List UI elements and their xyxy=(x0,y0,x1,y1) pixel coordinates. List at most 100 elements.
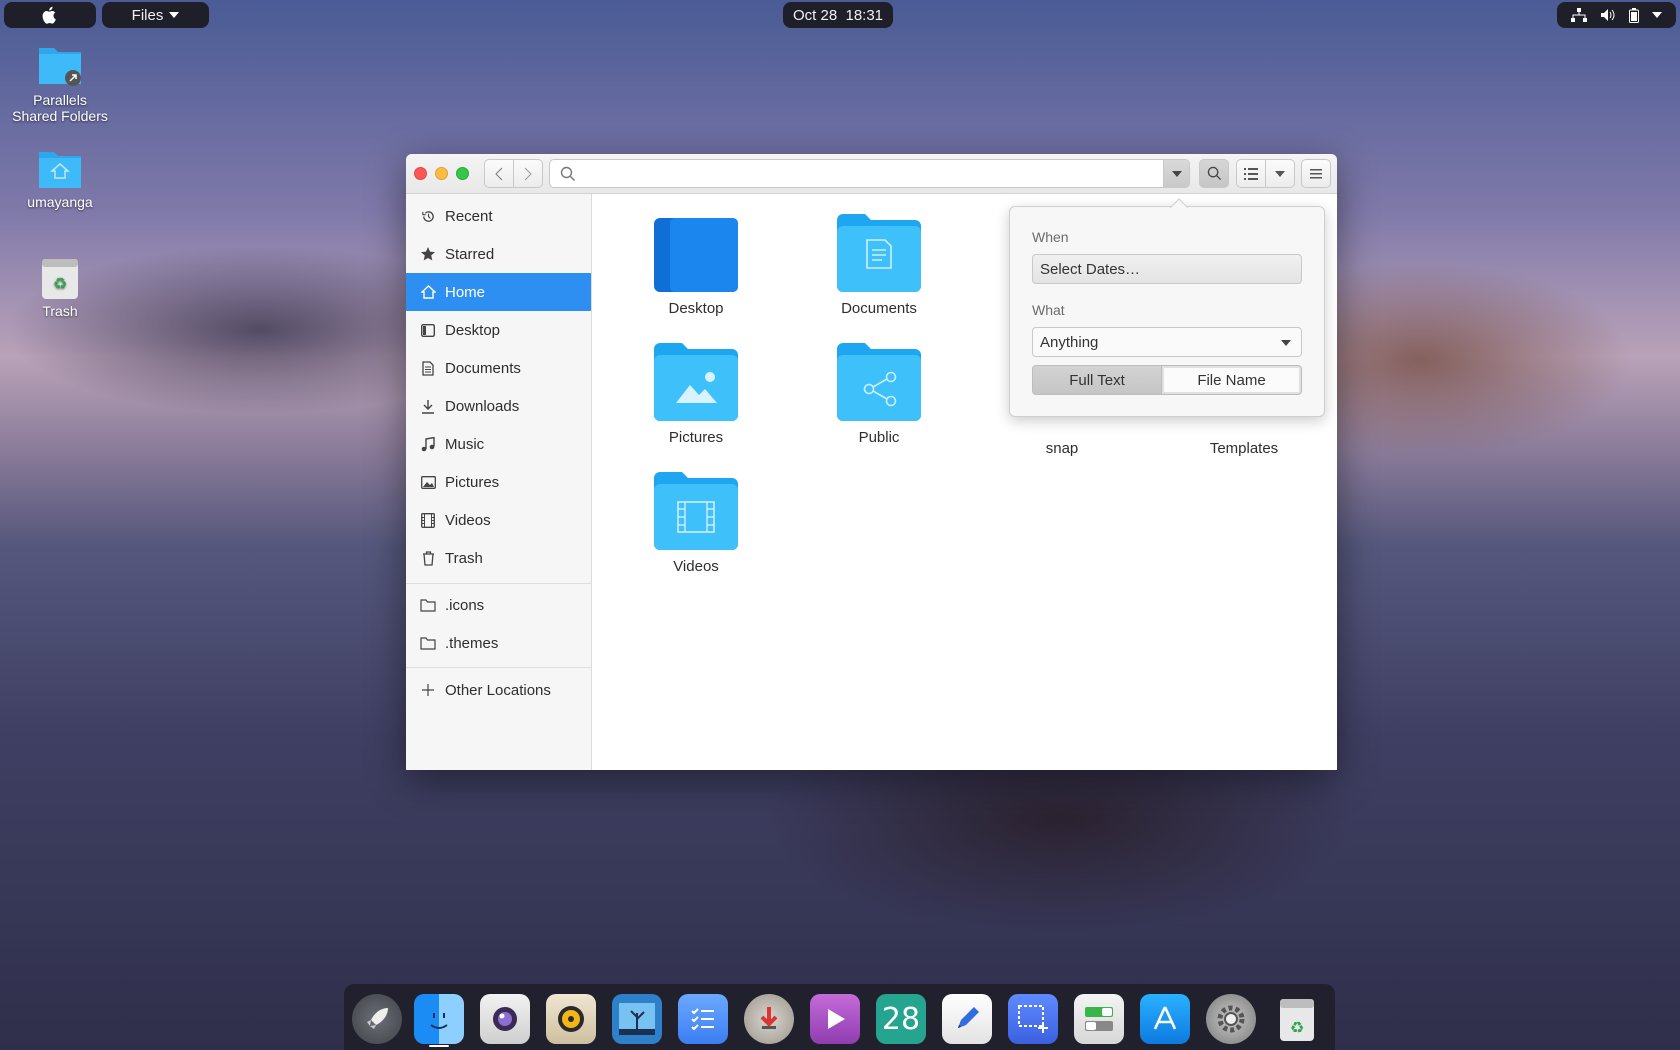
sidebar-item-other-locations[interactable]: Other Locations xyxy=(406,671,591,709)
sidebar-item-icons[interactable]: .icons xyxy=(406,586,591,624)
play-icon xyxy=(828,1009,845,1029)
select-dates-button[interactable]: Select Dates… xyxy=(1032,254,1302,284)
sidebar-item-starred[interactable]: Starred xyxy=(406,235,591,273)
dock-music-player[interactable] xyxy=(546,994,596,1044)
sidebar-item-themes[interactable]: .themes xyxy=(406,624,591,662)
file-item-snap[interactable]: snap xyxy=(987,440,1137,457)
chevron-right-icon xyxy=(524,167,532,180)
dock-tweaks[interactable] xyxy=(1074,994,1124,1044)
dock-screenshot[interactable] xyxy=(1008,994,1058,1044)
dock-image-viewer[interactable] xyxy=(612,994,662,1044)
picture-icon xyxy=(420,474,436,490)
sidebar-item-label: Trash xyxy=(445,549,483,567)
apple-menu-button[interactable] xyxy=(4,2,96,28)
app-menu-button[interactable]: Files xyxy=(102,2,209,28)
trash-icon: ♻ xyxy=(1280,999,1314,1041)
desktop-item-home[interactable]: umayanga xyxy=(0,150,120,210)
sidebar-item-label: Documents xyxy=(445,359,521,377)
search-field[interactable] xyxy=(549,159,1164,188)
sidebar-item-label: .themes xyxy=(445,634,499,652)
sidebar-item-desktop[interactable]: Desktop xyxy=(406,311,591,349)
film-icon xyxy=(420,512,436,528)
trash-icon xyxy=(420,550,436,566)
dock-calendar[interactable]: 28 xyxy=(876,994,926,1044)
back-button[interactable] xyxy=(484,159,514,188)
dock-running-indicator xyxy=(429,1045,449,1047)
select-dates-label: Select Dates… xyxy=(1040,260,1141,278)
system-status-menu[interactable] xyxy=(1557,2,1676,28)
music-icon xyxy=(420,436,436,452)
file-item-videos[interactable]: Videos xyxy=(621,472,771,575)
clock-button[interactable]: Oct 28 18:31 xyxy=(783,2,893,28)
gear-icon xyxy=(1217,1005,1245,1033)
desktop-item-label: Parallels Shared Folders xyxy=(12,92,108,124)
main-menu-button[interactable] xyxy=(1301,159,1331,188)
search-input[interactable] xyxy=(582,164,1152,184)
videos-folder-icon xyxy=(654,472,738,550)
sidebar-item-label: Music xyxy=(445,435,485,453)
minimize-button[interactable] xyxy=(435,167,448,180)
dock-downloader[interactable] xyxy=(744,994,794,1044)
file-item-pictures[interactable]: Pictures xyxy=(621,343,771,446)
trash-icon: ♻ xyxy=(42,259,78,299)
file-item-label: Templates xyxy=(1209,440,1279,457)
dock: 28 ♻ xyxy=(344,984,1335,1050)
folder-icon xyxy=(420,635,436,651)
forward-button[interactable] xyxy=(513,159,543,188)
when-label: When xyxy=(1032,229,1069,245)
desktop-item-trash[interactable]: ♻ Trash xyxy=(0,255,120,319)
dock-video-player[interactable] xyxy=(810,994,860,1044)
close-button[interactable] xyxy=(414,167,427,180)
desktop-item-label: umayanga xyxy=(27,194,93,210)
sidebar-item-pictures[interactable]: Pictures xyxy=(406,463,591,501)
calendar-day: 28 xyxy=(881,1001,921,1037)
file-name-toggle[interactable]: File Name xyxy=(1161,365,1302,395)
file-type-dropdown[interactable]: Anything xyxy=(1032,327,1302,357)
svg-text:♻: ♻ xyxy=(53,274,67,293)
toggle-icon xyxy=(1085,1007,1113,1031)
dock-finder[interactable] xyxy=(414,994,464,1044)
apple-logo-icon xyxy=(42,6,56,24)
file-type-value: Anything xyxy=(1040,333,1099,351)
dock-tasks[interactable] xyxy=(678,994,728,1044)
file-item-label: Public xyxy=(858,429,900,446)
dock-launchpad[interactable] xyxy=(352,994,402,1044)
file-item-label: Desktop xyxy=(668,300,724,317)
search-options-popover: When Select Dates… What Anything Full Te… xyxy=(1009,198,1325,417)
svg-text:♻: ♻ xyxy=(1290,1018,1304,1037)
file-item-desktop[interactable]: Desktop xyxy=(621,218,771,317)
sidebar-item-trash[interactable]: Trash xyxy=(406,539,591,577)
hamburger-menu-icon xyxy=(1310,168,1322,178)
sidebar-item-documents[interactable]: Documents xyxy=(406,349,591,387)
sidebar-item-label: Recent xyxy=(445,207,493,225)
dock-text-editor[interactable] xyxy=(942,994,992,1044)
sidebar-item-label: Pictures xyxy=(445,473,500,491)
file-item-documents[interactable]: Documents xyxy=(804,214,954,317)
maximize-button[interactable] xyxy=(456,167,469,180)
dock-app-store[interactable] xyxy=(1140,994,1190,1044)
view-list-button[interactable] xyxy=(1236,159,1266,188)
file-item-templates[interactable]: Templates xyxy=(1169,440,1319,457)
view-options-button[interactable] xyxy=(1265,159,1295,188)
sidebar-item-downloads[interactable]: Downloads xyxy=(406,387,591,425)
sidebar-item-videos[interactable]: Videos xyxy=(406,501,591,539)
full-text-toggle[interactable]: Full Text xyxy=(1032,365,1162,395)
popover-arrow xyxy=(1170,198,1188,208)
dock-settings[interactable] xyxy=(1206,994,1256,1044)
search-toggle-button[interactable] xyxy=(1199,159,1229,188)
caret-down-icon xyxy=(169,12,180,18)
app-store-icon xyxy=(1153,1006,1177,1030)
file-item-label: snap xyxy=(1045,440,1079,457)
volume-icon xyxy=(1601,9,1615,21)
caret-down-icon xyxy=(1275,170,1285,177)
desktop-item-parallels[interactable]: Parallels Shared Folders xyxy=(0,44,120,124)
file-item-label: Documents xyxy=(841,300,917,317)
search-options-button[interactable] xyxy=(1163,159,1190,188)
sidebar-item-music[interactable]: Music xyxy=(406,425,591,463)
file-item-public[interactable]: Public xyxy=(804,343,954,446)
sidebar-item-home[interactable]: Home xyxy=(406,273,591,311)
sidebar-item-recent[interactable]: Recent xyxy=(406,197,591,235)
dock-trash[interactable]: ♻ xyxy=(1272,994,1322,1044)
pictures-folder-icon xyxy=(654,343,738,421)
dock-camera[interactable] xyxy=(480,994,530,1044)
